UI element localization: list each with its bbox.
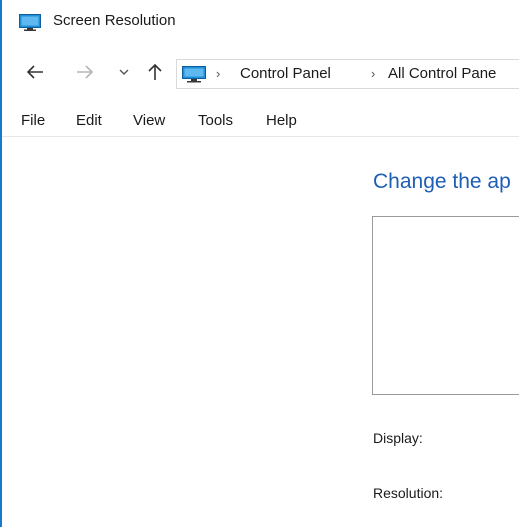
up-button[interactable] — [143, 58, 167, 86]
monitor-icon — [19, 14, 41, 31]
screen-resolution-window: Screen Resolution › Control Panel › All … — [0, 0, 519, 527]
breadcrumb-control-panel[interactable]: Control Panel — [240, 65, 331, 82]
menu-edit[interactable]: Edit — [76, 112, 102, 129]
menu-bar: File Edit View Tools Help — [2, 106, 519, 137]
breadcrumb-separator: › — [371, 66, 376, 81]
navigation-bar: › Control Panel › All Control Pane — [2, 48, 519, 98]
resolution-label: Resolution: — [373, 485, 444, 501]
menu-view[interactable]: View — [133, 112, 165, 129]
display-preview[interactable] — [372, 216, 519, 395]
forward-button[interactable] — [73, 58, 97, 86]
arrow-up-icon — [148, 63, 162, 80]
breadcrumb-all-control-panel-items[interactable]: All Control Pane — [388, 65, 496, 82]
address-bar[interactable]: › Control Panel › All Control Pane — [176, 59, 519, 89]
menu-tools[interactable]: Tools — [198, 112, 233, 129]
menu-file[interactable]: File — [21, 112, 45, 129]
arrow-left-icon — [26, 65, 43, 79]
arrow-right-icon — [77, 65, 94, 79]
menu-help[interactable]: Help — [266, 112, 297, 129]
title-bar: Screen Resolution — [2, 0, 519, 44]
recent-locations-button[interactable] — [112, 58, 136, 86]
display-label: Display: — [373, 430, 423, 446]
breadcrumb-separator: › — [216, 66, 221, 81]
back-button[interactable] — [23, 58, 47, 86]
monitor-icon — [182, 66, 206, 83]
window-title: Screen Resolution — [53, 12, 176, 29]
chevron-down-icon — [119, 69, 129, 75]
page-heading: Change the ap — [373, 170, 511, 193]
